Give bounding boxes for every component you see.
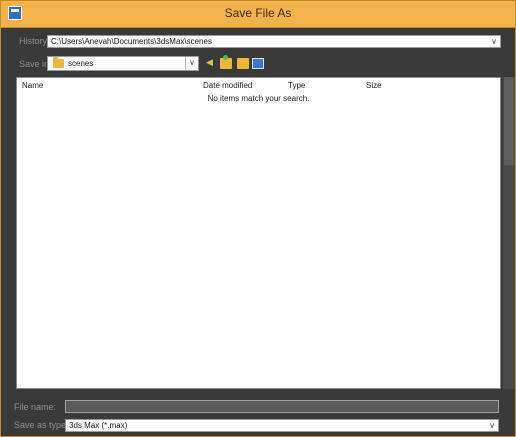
save-as-type-value: 3ds Max (*.max)	[69, 421, 128, 430]
save-as-type-dropdown[interactable]: 3ds Max (*.max) ∨	[65, 419, 499, 432]
save-in-row: Save in: scenes ∨	[1, 55, 515, 72]
history-dropdown[interactable]: C:\Users\Anevah\Documents\3dsMax\scenes …	[47, 35, 501, 48]
back-icon[interactable]	[205, 57, 217, 69]
chevron-down-icon[interactable]: ∨	[185, 57, 198, 70]
view-menu-icon[interactable]	[252, 58, 264, 69]
file-list[interactable]: Name Date modified Type Size No items ma…	[16, 77, 501, 389]
file-name-label: File name:	[14, 402, 57, 412]
save-file-dialog: Save File As History: C:\Users\Anevah\Do…	[0, 0, 516, 437]
new-folder-icon[interactable]	[237, 58, 249, 69]
empty-list-message: No items match your search.	[207, 94, 310, 103]
title-bar[interactable]: Save File As	[1, 1, 515, 28]
save-as-type-label: Save as type:	[14, 420, 69, 430]
save-in-dropdown[interactable]: scenes ∨	[47, 56, 199, 71]
column-header-type[interactable]: Type	[288, 81, 305, 90]
column-header-size[interactable]: Size	[366, 81, 382, 90]
up-folder-icon[interactable]	[220, 55, 232, 69]
folder-icon	[53, 57, 64, 68]
file-name-input[interactable]	[65, 400, 499, 413]
column-header-date-modified[interactable]: Date modified	[203, 81, 252, 90]
window-title: Save File As	[224, 6, 292, 20]
history-label: History:	[19, 36, 50, 46]
history-row: History: C:\Users\Anevah\Documents\3dsMa…	[1, 35, 515, 49]
save-in-value: scenes	[68, 59, 94, 68]
history-value: C:\Users\Anevah\Documents\3dsMax\scenes	[51, 37, 212, 46]
file-name-row: File name:	[1, 400, 515, 414]
column-header-name[interactable]: Name	[22, 81, 43, 90]
scrollbar-thumb[interactable]	[504, 77, 514, 165]
save-as-type-row: Save as type: 3ds Max (*.max) ∨	[1, 419, 515, 432]
chevron-down-icon[interactable]: ∨	[486, 420, 498, 431]
chevron-down-icon[interactable]: ∨	[488, 36, 500, 47]
vertical-scrollbar[interactable]	[503, 77, 515, 389]
